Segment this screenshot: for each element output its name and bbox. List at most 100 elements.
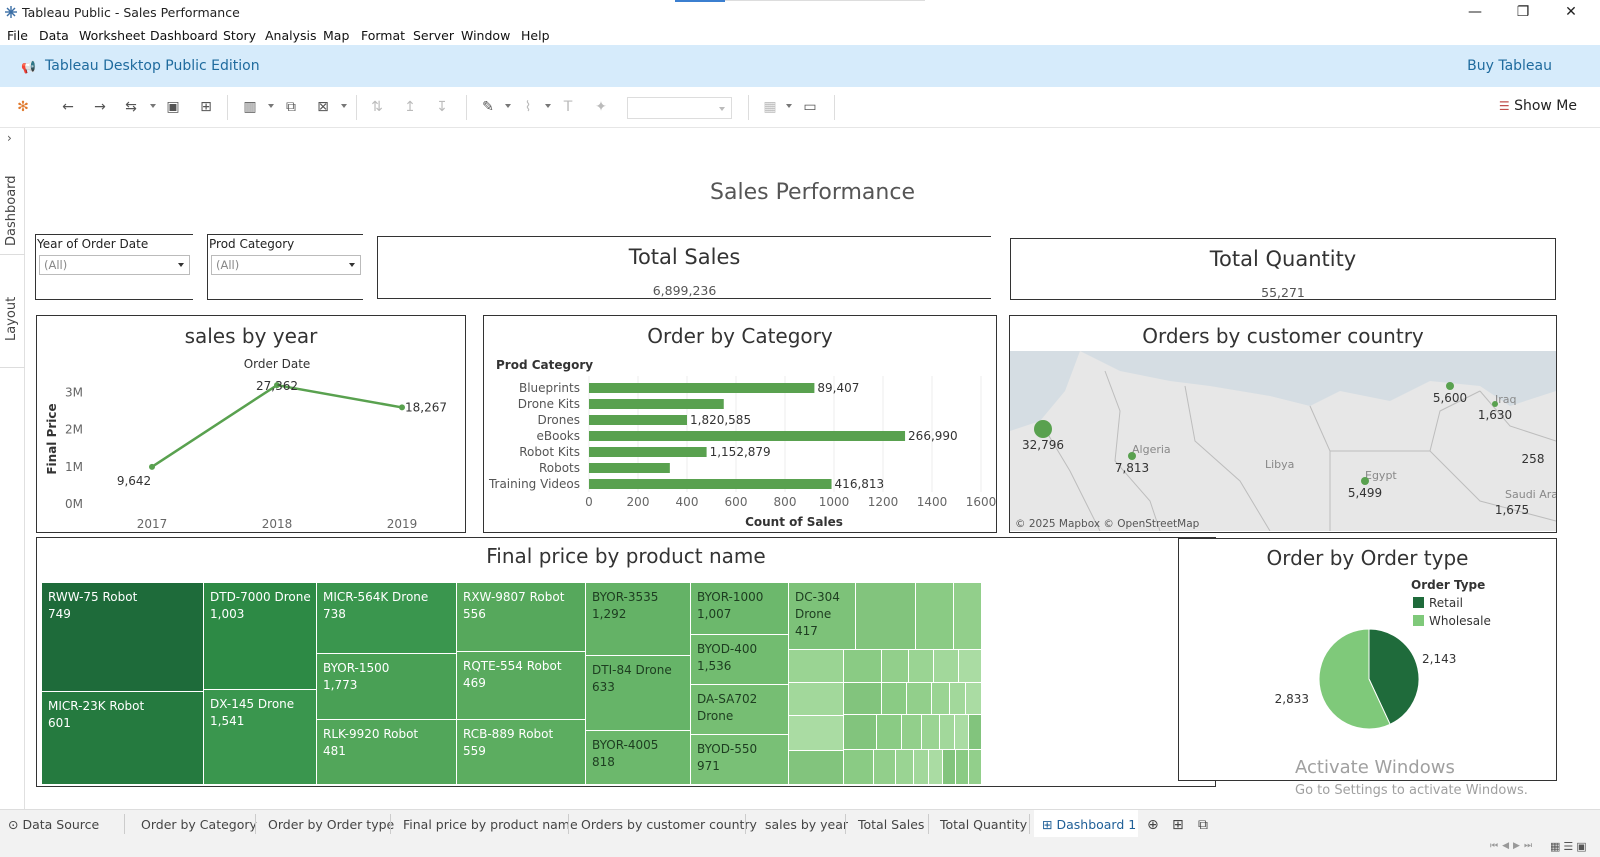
presentation-mode-icon[interactable]: ▭	[800, 97, 820, 117]
close-button[interactable]: ✕	[1548, 0, 1594, 24]
menu-help[interactable]: Help	[521, 28, 550, 43]
group-dropdown-icon[interactable]	[545, 104, 551, 108]
menu-window[interactable]: Window	[461, 28, 510, 43]
x-tick-label: 2018	[262, 517, 293, 531]
treemap-cell-small	[789, 716, 844, 751]
new-data-source-icon[interactable]: ⊞	[196, 97, 216, 117]
new-dashboard-tab-icon[interactable]: ⊞	[1172, 817, 1184, 833]
clear-dropdown-icon[interactable]	[341, 104, 347, 108]
duplicate-icon[interactable]: ⧉	[281, 97, 301, 117]
show-cards-icon[interactable]: ▦	[760, 97, 780, 117]
tab-dashboard-1[interactable]: ⊞ Dashboard 1	[1034, 810, 1138, 837]
sort-descending-icon[interactable]: ↧	[432, 97, 452, 117]
order-by-category-panel: Order by Category Prod Category 0 200 400 60…	[483, 315, 997, 533]
menu-map[interactable]: Map	[323, 28, 349, 43]
treemap-cell-value: 1,536	[697, 659, 732, 673]
show-me-button[interactable]: ☰ Show Me	[1499, 98, 1577, 114]
menu-worksheet[interactable]: Worksheet	[79, 28, 145, 43]
x-tick-label: 0	[585, 495, 593, 509]
fit-select[interactable]	[627, 97, 732, 119]
tab-final-price[interactable]: Final price by product name	[403, 817, 578, 832]
treemap-cell-value: 559	[463, 744, 486, 758]
tableau-home-icon[interactable]: ✻	[13, 97, 33, 117]
title-accent-line	[725, 0, 925, 1]
marker-label: 1,630	[1478, 408, 1512, 422]
menu-story[interactable]: Story	[223, 28, 256, 43]
y-tick-label: 0M	[65, 497, 83, 511]
tab-orders-by-country[interactable]: Orders by customer country	[581, 817, 757, 832]
menu-format[interactable]: Format	[361, 28, 405, 43]
tab-data-source-label: Data Source	[22, 817, 100, 832]
clear-sheet-icon[interactable]: ⊠	[313, 97, 333, 117]
treemap-cell-value: 1,007	[697, 607, 732, 621]
minimize-button[interactable]: —	[1452, 0, 1498, 24]
x-tick-label: 1600	[966, 495, 996, 509]
category-filter-select[interactable]: (All)	[211, 255, 361, 275]
toolbar-separator	[227, 95, 228, 120]
treemap-cell-small	[877, 715, 902, 750]
sheet-navigation-icon[interactable]: ⏮◀▶⏭	[1490, 841, 1536, 851]
treemap-cell: BYOD-400 1,536	[691, 635, 789, 685]
tab-data-source[interactable]: ⊙ Data Source	[8, 817, 99, 832]
treemap-cell-name: RWW-75 Robot	[48, 590, 138, 604]
group-icon[interactable]: ⌇	[518, 97, 538, 117]
restore-button[interactable]: ❐	[1500, 0, 1546, 24]
swap-rows-columns-icon[interactable]: ⇅	[367, 97, 387, 117]
view-mode-icon[interactable]: ▦☰▣	[1550, 840, 1590, 853]
tab-order-by-category[interactable]: Order by Category	[141, 817, 257, 832]
order-by-category-title: Order by Category	[647, 324, 833, 348]
treemap-cell: DX-145 Drone 1,541	[204, 690, 317, 785]
treemap-cell-name: MICR-564K Drone	[323, 590, 429, 604]
side-panel: › Dashboard Layout	[0, 128, 25, 809]
total-sales-kpi: Total Sales 6,899,236	[377, 236, 991, 299]
y-axis-label: Final Price	[45, 403, 59, 474]
tab-total-quantity[interactable]: Total Quantity	[940, 817, 1027, 832]
tab-order-by-order-type[interactable]: Order by Order type	[268, 817, 394, 832]
buy-tableau-link[interactable]: Buy Tableau	[1467, 58, 1552, 74]
save-icon[interactable]: ▣	[163, 97, 183, 117]
treemap-cell-name: RLK-9920 Robot	[323, 727, 419, 741]
total-sales-title: Total Sales	[628, 245, 741, 269]
sheet-tab-bar: ⊙ Data Source Order by Category Order by…	[0, 809, 1600, 837]
new-worksheet-dropdown-icon[interactable]	[268, 104, 274, 108]
undo-icon[interactable]: ←	[58, 97, 78, 117]
treemap-cell: BYOR-1000 1,007	[691, 583, 789, 635]
dashboard-side-tab[interactable]: Dashboard	[4, 175, 19, 246]
show-cards-dropdown-icon[interactable]	[786, 104, 792, 108]
year-filter-select[interactable]: (All)	[39, 255, 190, 275]
highlight-icon[interactable]: ✎	[478, 97, 498, 117]
new-story-tab-icon[interactable]: ⧉	[1198, 817, 1208, 833]
expand-panel-icon[interactable]: ›	[7, 131, 12, 145]
sort-ascending-icon[interactable]: ↥	[400, 97, 420, 117]
menu-dashboard[interactable]: Dashboard	[150, 28, 218, 43]
treemap-cell: RCB-889 Robot 559	[457, 720, 586, 785]
marker-label: 5,499	[1348, 486, 1382, 500]
new-worksheet-icon[interactable]: ▥	[240, 97, 260, 117]
treemap-cell-small	[789, 751, 844, 785]
pin-icon[interactable]: ✦	[591, 97, 611, 117]
total-quantity-kpi: Total Quantity 55,271	[1010, 238, 1556, 300]
replay-dropdown-icon[interactable]	[150, 104, 156, 108]
x-tick-label: 2017	[137, 517, 168, 531]
treemap-cell-name: BYOD-400	[697, 642, 758, 656]
menu-bar: File Data Worksheet Dashboard Story Anal…	[0, 24, 1600, 45]
replay-icon[interactable]: ⇆	[121, 97, 141, 117]
treemap-cell: RXW-9807 Robot 556	[457, 583, 586, 652]
labels-icon[interactable]: T	[558, 97, 578, 117]
menu-analysis[interactable]: Analysis	[265, 28, 317, 43]
menu-data[interactable]: Data	[39, 28, 69, 43]
layout-side-tab[interactable]: Layout	[4, 297, 19, 341]
redo-icon[interactable]: →	[90, 97, 110, 117]
treemap-cell-value: 971	[697, 759, 720, 773]
menu-server[interactable]: Server	[413, 28, 454, 43]
data-label: 18,267	[405, 400, 447, 414]
tab-total-sales[interactable]: Total Sales	[858, 817, 924, 832]
legend-swatch	[1413, 597, 1424, 608]
highlight-dropdown-icon[interactable]	[505, 104, 511, 108]
treemap-cell-small	[914, 750, 929, 785]
tab-sales-by-year[interactable]: sales by year	[765, 817, 848, 832]
country-marker	[1492, 401, 1498, 407]
orders-map[interactable]: Algeria Libya Egypt Iraq Saudi Arabia 32,796 7…	[1010, 351, 1556, 531]
new-worksheet-tab-icon[interactable]: ⊕	[1147, 817, 1159, 833]
menu-file[interactable]: File	[7, 28, 28, 43]
